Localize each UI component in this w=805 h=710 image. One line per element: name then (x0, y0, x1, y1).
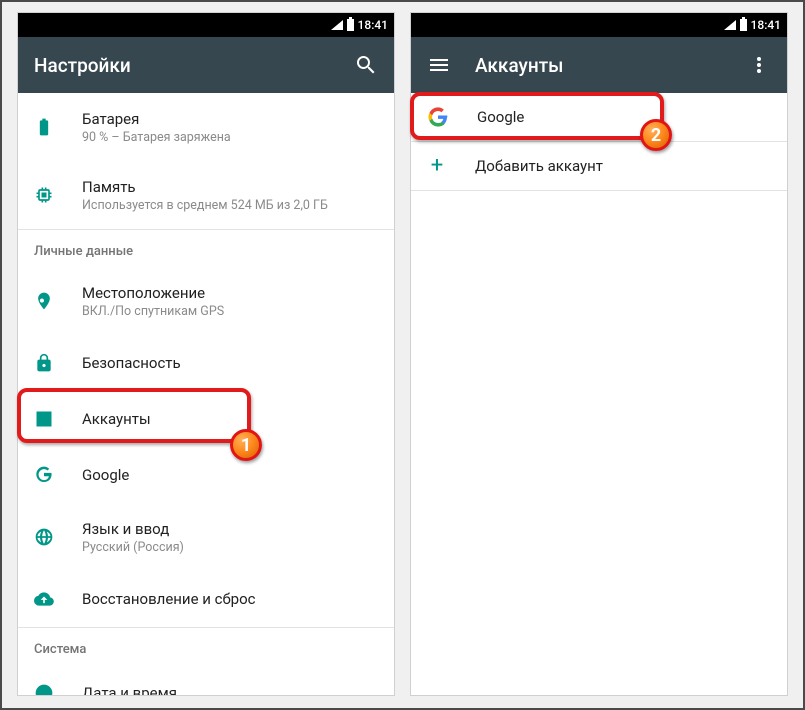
location-sub: ВКЛ./По спутникам GPS (82, 304, 378, 319)
security-title: Безопасность (82, 354, 378, 372)
battery-icon (347, 19, 354, 31)
status-bar: 18:41 (411, 13, 787, 37)
backup-title: Восстановление и сброс (82, 590, 378, 608)
app-bar-title: Настройки (34, 54, 330, 77)
list-item-backup[interactable]: Восстановление и сброс (18, 571, 394, 627)
memory-title: Память (82, 178, 378, 196)
more-vert-icon[interactable] (747, 53, 771, 77)
memory-icon (34, 185, 54, 205)
battery-title: Батарея (82, 110, 378, 128)
list-item-memory[interactable]: Память Используется в среднем 524 МБ из … (18, 161, 394, 229)
battery-item-icon (34, 117, 54, 137)
search-icon[interactable] (354, 53, 378, 77)
app-bar: Аккаунты (411, 37, 787, 93)
app-bar-title: Аккаунты (475, 54, 723, 77)
add-account-title: Добавить аккаунт (475, 157, 771, 175)
section-personal: Личные данные (18, 230, 394, 267)
lock-icon (34, 353, 54, 373)
divider (411, 190, 787, 191)
list-item-add-account[interactable]: + Добавить аккаунт (411, 142, 787, 190)
lang-title: Язык и ввод (82, 520, 378, 538)
section-system: Система (18, 628, 394, 665)
list-item-battery[interactable]: Батарея 90 % – Батарея заряжена (18, 93, 394, 161)
datetime-title: Дата и время (82, 684, 378, 695)
globe-icon (34, 527, 54, 547)
accounts-icon (34, 409, 54, 429)
status-time: 18:41 (358, 18, 388, 32)
list-item-accounts[interactable]: Аккаунты (18, 391, 394, 447)
google-title: Google (82, 466, 378, 484)
google-account-title: Google (477, 108, 771, 126)
status-bar: 18:41 (18, 13, 394, 37)
hamburger-icon[interactable] (427, 53, 451, 77)
accounts-title: Аккаунты (82, 410, 378, 428)
list-item-google-account[interactable]: Google (411, 93, 787, 141)
memory-sub: Используется в среднем 524 МБ из 2,0 ГБ (82, 198, 378, 213)
lang-sub: Русский (Россия) (82, 540, 378, 555)
google-colored-icon (427, 106, 449, 128)
clock-icon (34, 683, 54, 695)
location-icon (34, 291, 54, 311)
settings-list: Батарея 90 % – Батарея заряжена Память И… (18, 93, 394, 695)
accounts-list: Google + Добавить аккаунт (411, 93, 787, 695)
location-title: Местоположение (82, 284, 378, 302)
google-g-icon (34, 465, 54, 485)
list-item-language[interactable]: Язык и ввод Русский (Россия) (18, 503, 394, 571)
list-item-datetime[interactable]: Дата и время (18, 665, 394, 695)
phone-settings: 18:41 Настройки Батарея 90 % – Батарея з… (17, 12, 395, 696)
cloud-upload-icon (34, 589, 54, 609)
list-item-security[interactable]: Безопасность (18, 335, 394, 391)
battery-sub: 90 % – Батарея заряжена (82, 130, 378, 145)
status-time: 18:41 (751, 18, 781, 32)
battery-icon (740, 19, 747, 31)
phone-accounts: 18:41 Аккаунты Google + (410, 12, 788, 696)
signal-icon (724, 20, 736, 30)
list-item-location[interactable]: Местоположение ВКЛ./По спутникам GPS (18, 267, 394, 335)
list-item-google[interactable]: Google (18, 447, 394, 503)
app-bar: Настройки (18, 37, 394, 93)
signal-icon (331, 20, 343, 30)
plus-icon: + (427, 156, 447, 176)
